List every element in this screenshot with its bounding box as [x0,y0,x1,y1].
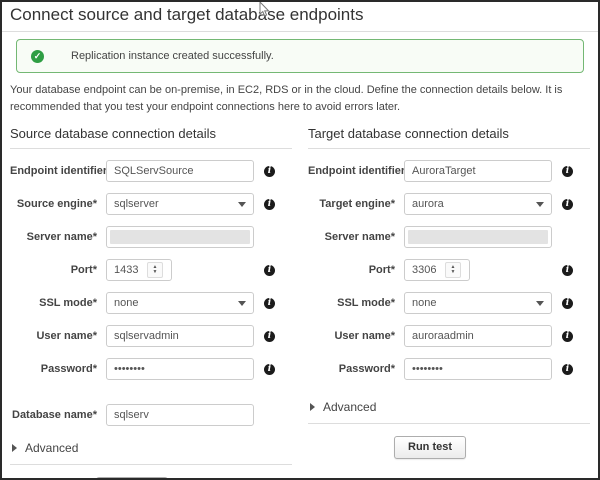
number-stepper[interactable]: ▲▼ [147,262,163,278]
source-port-value[interactable] [107,260,147,280]
target-port-row: Port* ▲▼ i [308,259,590,281]
source-column: Source database connection details Endpo… [10,118,292,480]
target-server-name-row: Server name* [308,226,590,248]
info-icon[interactable]: i [562,331,573,342]
dms-endpoints-page: Connect source and target database endpo… [0,0,600,480]
target-password-label: Password* [308,363,404,375]
source-password-row: Password* i [10,358,292,380]
info-icon[interactable]: i [264,331,275,342]
info-icon[interactable]: i [264,298,275,309]
page-description: Your database endpoint can be on-premise… [10,82,588,116]
source-user-name-row: User name* i [10,325,292,347]
endpoint-columns: Source database connection details Endpo… [10,118,590,480]
target-port-label: Port* [308,264,404,276]
source-engine-row: Source engine* sqlserver i [10,193,292,215]
source-endpoint-identifier-label: Endpoint identifier* [10,165,106,177]
source-database-name-row: Database name* [10,404,292,426]
target-user-name-input[interactable] [404,325,552,347]
info-icon[interactable]: i [562,298,573,309]
source-ssl-mode-row: SSL mode* none i [10,292,292,314]
source-ssl-mode-label: SSL mode* [10,297,106,309]
chevron-down-icon [238,202,246,207]
source-heading: Source database connection details [10,118,292,149]
divider [308,423,590,424]
info-icon[interactable]: i [264,166,275,177]
source-port-row: Port* ▲▼ i [10,259,292,281]
source-server-name-input[interactable] [106,226,254,248]
source-port-label: Port* [10,264,106,276]
source-port-input[interactable]: ▲▼ [106,259,172,281]
target-engine-value: aurora [412,198,536,210]
info-icon[interactable]: i [562,265,573,276]
source-ssl-mode-select[interactable]: none [106,292,254,314]
chevron-right-icon [12,444,17,452]
source-password-input[interactable] [106,358,254,380]
source-database-name-label: Database name* [10,409,106,421]
success-check-icon: ✓ [31,50,44,63]
target-password-input[interactable] [404,358,552,380]
target-user-name-label: User name* [308,330,404,342]
source-password-label: Password* [10,363,106,375]
page-title: Connect source and target database endpo… [2,2,598,32]
source-endpoint-identifier-row: Endpoint identifier* i [10,160,292,182]
target-server-name-label: Server name* [308,231,404,243]
target-endpoint-identifier-input[interactable] [404,160,552,182]
target-engine-select[interactable]: aurora [404,193,552,215]
info-icon[interactable]: i [264,364,275,375]
number-stepper[interactable]: ▲▼ [445,262,461,278]
target-password-row: Password* i [308,358,590,380]
info-icon[interactable]: i [264,265,275,276]
info-icon[interactable]: i [562,166,573,177]
chevron-right-icon [310,403,315,411]
chevron-down-icon [238,301,246,306]
success-banner-message: Replication instance created successfull… [71,50,274,62]
source-server-name-label: Server name* [10,231,106,243]
source-advanced-toggle[interactable]: Advanced [10,441,292,455]
target-endpoint-identifier-row: Endpoint identifier* i [308,160,590,182]
source-user-name-input[interactable] [106,325,254,347]
source-engine-select[interactable]: sqlserver [106,193,254,215]
target-run-test-button[interactable]: Run test [394,436,466,459]
chevron-down-icon [536,202,544,207]
target-ssl-mode-value: none [412,297,536,309]
source-advanced-label: Advanced [25,441,78,455]
redacted-value [408,230,548,244]
divider [10,464,292,465]
target-user-name-row: User name* i [308,325,590,347]
target-server-name-input[interactable] [404,226,552,248]
target-ssl-mode-select[interactable]: none [404,292,552,314]
target-ssl-mode-row: SSL mode* none i [308,292,590,314]
info-icon[interactable]: i [562,364,573,375]
info-icon[interactable]: i [562,199,573,210]
target-engine-label: Target engine* [308,198,404,210]
target-column: Target database connection details Endpo… [308,118,590,480]
source-engine-value: sqlserver [114,198,238,210]
source-ssl-mode-value: none [114,297,238,309]
target-heading: Target database connection details [308,118,590,149]
source-user-name-label: User name* [10,330,106,342]
chevron-down-icon [536,301,544,306]
target-port-input[interactable]: ▲▼ [404,259,470,281]
source-server-name-row: Server name* [10,226,292,248]
info-icon[interactable]: i [264,199,275,210]
success-banner: ✓ Replication instance created successfu… [16,39,584,73]
source-endpoint-identifier-input[interactable] [106,160,254,182]
target-endpoint-identifier-label: Endpoint identifier* [308,165,404,177]
target-advanced-label: Advanced [323,400,376,414]
target-advanced-toggle[interactable]: Advanced [308,400,590,414]
target-engine-row: Target engine* aurora i [308,193,590,215]
redacted-value [110,230,250,244]
source-database-name-input[interactable] [106,404,254,426]
target-ssl-mode-label: SSL mode* [308,297,404,309]
target-port-value[interactable] [405,260,445,280]
source-engine-label: Source engine* [10,198,106,210]
